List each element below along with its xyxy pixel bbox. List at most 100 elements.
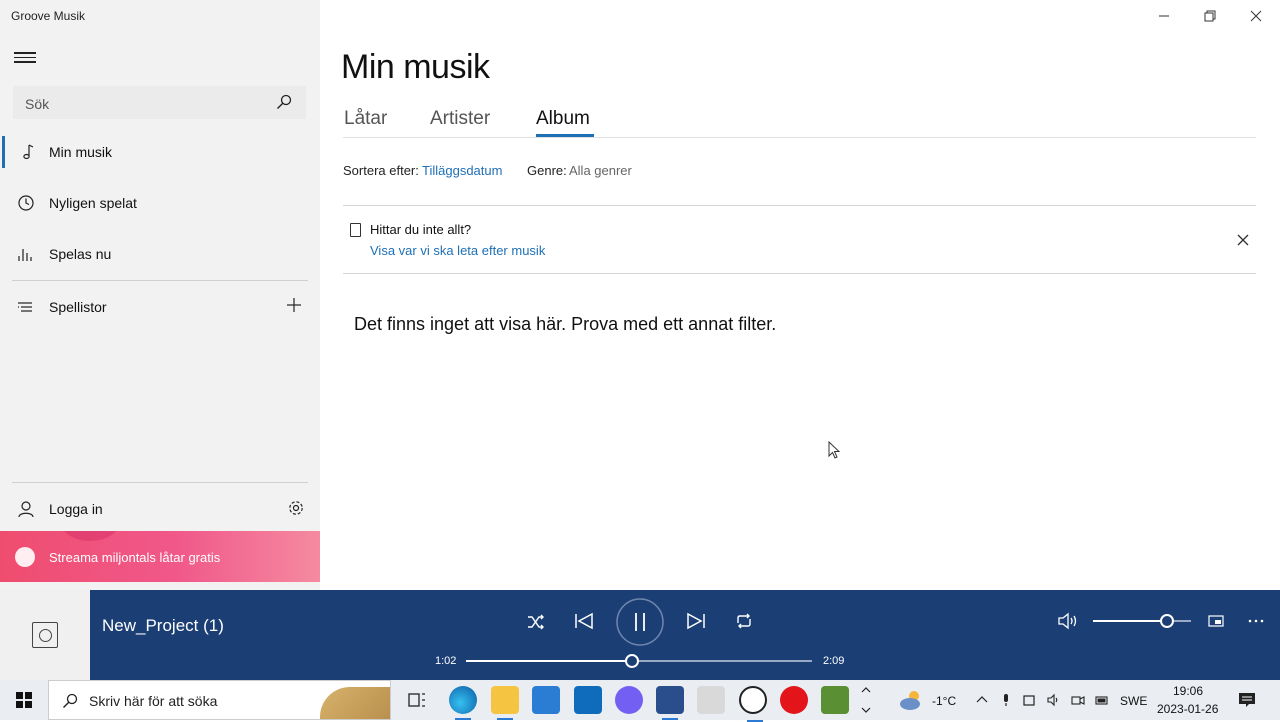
pause-button[interactable] [615,597,665,647]
minimize-icon[interactable] [1154,6,1174,26]
tab-artister[interactable]: Artister [430,108,490,130]
sidebar-item-spellistor[interactable]: Spellistor [0,285,320,329]
login-button[interactable]: Logga in [0,487,320,531]
elapsed-time: 1:02 [435,655,457,667]
music-note-icon [23,144,34,160]
sidebar-item-label: Min musik [49,144,113,160]
edge-browser-icon[interactable] [449,686,477,720]
sidebar-item-label: Nyligen spelat [49,195,137,211]
duration-time: 2:09 [823,655,845,667]
hamburger-menu-icon[interactable] [14,49,36,67]
sidebar-item-label: Spelas nu [49,246,112,262]
repeat-icon[interactable] [734,612,754,630]
spotify-icon [15,547,35,567]
volume-icon[interactable] [1056,611,1080,631]
album-art[interactable] [0,590,90,680]
task-view-icon[interactable] [403,686,431,714]
taskbar-search-input[interactable]: Skriv här för att söka [89,693,217,709]
promo-label: Streama miljontals låtar gratis [49,550,221,565]
sidebar-item-label: Spellistor [49,299,107,315]
search-input[interactable]: Sök [25,96,49,112]
taskbar-search-box[interactable]: Skriv här för att söka [48,680,391,720]
progress-fill [466,660,633,662]
windows-taskbar: Skriv här för att söka -1°C SWE 19:06 20… [0,680,1280,722]
player-controls-area: New_Project (1) 1:02 2:09 [90,590,1280,680]
shuffle-icon[interactable] [526,613,546,631]
obs-icon[interactable] [739,686,767,722]
sort-dropdown[interactable]: Tilläggsdatum [422,163,502,178]
search-icon[interactable] [276,94,292,110]
roblox-icon[interactable] [697,686,725,714]
groove-app-window: Groove Musik Sök Min musik Nyligen spela… [0,0,1280,590]
page-title: Min musik [341,48,490,86]
clock-date[interactable]: 2023-01-26 [1157,702,1218,716]
gear-icon[interactable] [287,499,305,517]
now-playing-bar: New_Project (1) 1:02 2:09 [0,590,1280,680]
divider [12,280,308,281]
sidebar-item-spelas-nu[interactable]: Spelas nu [0,232,320,276]
progress-thumb[interactable] [625,654,640,668]
tabs-divider [343,137,1256,138]
mouse-cursor-icon [828,441,841,459]
music-location-link[interactable]: Visa var vi ska leta efter musik [370,243,545,258]
person-icon [18,501,34,518]
mail-icon[interactable] [574,686,602,714]
speaker-icon[interactable] [1046,693,1060,707]
sort-label: Sortera efter: [343,163,419,178]
divider [12,482,308,483]
sidebar-item-nyligen-spelat[interactable]: Nyligen spelat [0,181,320,225]
spotify-promo-banner[interactable]: Streama miljontals låtar gratis [0,531,320,582]
album-placeholder-icon [32,622,58,648]
divider [343,273,1256,274]
add-playlist-icon[interactable] [286,297,302,313]
bars-icon [18,249,32,261]
meet-now-icon[interactable] [1071,693,1085,707]
more-options-icon[interactable] [1247,617,1265,625]
language-indicator[interactable]: SWE [1120,694,1147,708]
previous-track-icon[interactable] [573,611,595,631]
weather-temperature[interactable]: -1°C [932,694,956,708]
volume-thumb[interactable] [1159,614,1174,628]
windows-start-icon[interactable] [0,680,48,720]
track-name[interactable]: New_Project (1) [102,616,224,636]
progress-slider[interactable] [466,654,812,668]
genre-dropdown[interactable]: Alla genrer [569,163,632,178]
video-editor-icon[interactable] [656,686,684,720]
page-icon [350,223,361,237]
minecraft-icon[interactable] [821,686,849,714]
empty-state-message: Det finns inget att visa här. Prova med … [354,314,777,334]
microphone-icon[interactable] [999,693,1013,707]
weather-icon[interactable] [898,688,926,712]
tab-latar[interactable]: Låtar [344,108,387,130]
search-highlight-image [320,687,390,719]
tab-album[interactable]: Album [536,108,590,130]
mini-player-icon[interactable] [1207,613,1225,629]
opera-icon[interactable] [780,686,808,714]
sidebar: Groove Musik Sök Min musik Nyligen spela… [0,0,320,590]
login-label: Logga in [49,501,103,517]
volume-fill [1093,620,1167,622]
search-icon [63,693,78,708]
viber-icon[interactable] [615,686,643,714]
dismiss-close-icon[interactable] [1235,232,1251,248]
file-explorer-icon[interactable] [491,686,519,720]
chevron-up-icon[interactable] [975,693,989,707]
restore-icon[interactable] [1200,6,1220,26]
volume-slider[interactable] [1093,614,1191,628]
taskbar-scroll-icon[interactable] [858,683,874,717]
battery-icon[interactable] [1095,693,1109,707]
microsoft-store-icon[interactable] [532,686,560,714]
info-title: Hittar du inte allt? [370,222,472,237]
sidebar-item-min-musik[interactable]: Min musik [0,130,320,174]
security-icon[interactable] [1022,693,1036,707]
search-box[interactable]: Sök [13,86,306,119]
clock-icon [18,195,34,211]
list-icon [18,302,32,312]
genre-label: Genre: [527,163,567,178]
notifications-icon[interactable] [1238,692,1256,708]
clock-time[interactable]: 19:06 [1173,684,1203,698]
app-title: Groove Musik [11,9,86,23]
next-track-icon[interactable] [685,611,707,631]
close-icon[interactable] [1246,6,1266,26]
divider [343,205,1256,206]
